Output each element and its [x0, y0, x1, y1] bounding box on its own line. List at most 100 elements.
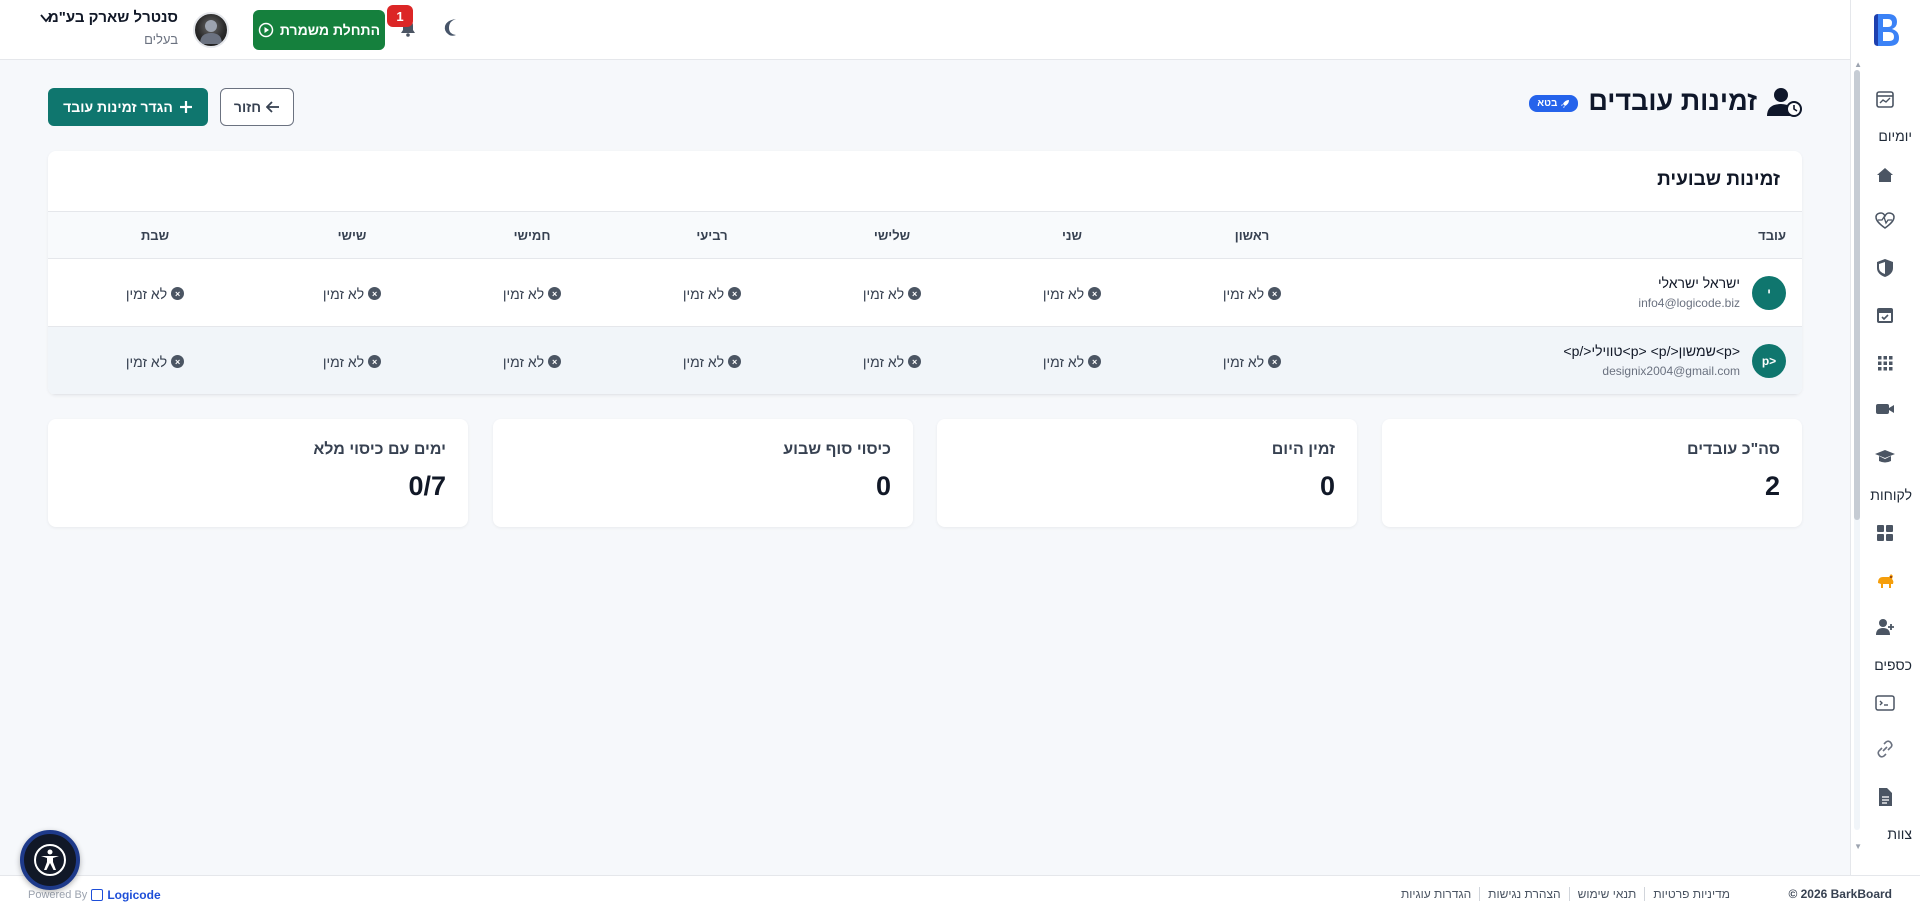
employee-cell: <p <p>שמשון</p> <p>טווילי</p> designix20… — [1342, 326, 1802, 395]
x-circle-icon: × — [1088, 355, 1102, 368]
availability-cell-monday: × לא זמין — [982, 258, 1162, 327]
x-circle-icon: × — [1088, 287, 1102, 300]
availability-status: לא זמין — [682, 353, 725, 370]
user-clock-icon — [1767, 87, 1802, 117]
employee-name: <p>שמשון</p> <p>טווילי</p> — [1563, 343, 1740, 359]
column-header-wednesday: רביעי — [622, 211, 802, 259]
weekly-availability-table: עובד ראשון שני שלישי רביעי חמישי שישי שב… — [48, 211, 1802, 395]
top-header: סנטרל שארק בע"מ בעלים התחלת משמרת 1 — [0, 0, 1850, 60]
sidebar-item-shield[interactable] — [1850, 257, 1920, 279]
employee-email: designix2004@gmail.com — [1602, 364, 1740, 378]
weekly-availability-title: זמינות שבועית — [1657, 169, 1780, 190]
footer-link-privacy[interactable]: מדיניות פרטיות — [1644, 887, 1738, 901]
document-icon — [1879, 788, 1892, 806]
copyright: © 2026 BarkBoard — [1788, 887, 1892, 901]
availability-cell-sunday: × לא זמין — [1162, 326, 1342, 395]
sidebar-item-home[interactable] — [1850, 164, 1920, 186]
x-circle-icon: × — [548, 287, 562, 300]
video-camera-icon — [1876, 404, 1894, 414]
x-circle-icon: × — [1268, 287, 1282, 300]
define-availability-label: הגדר זמינות עובד — [63, 99, 173, 115]
arrow-left-icon — [266, 101, 280, 113]
availability-status: לא זמין — [1042, 285, 1085, 302]
terminal-window-icon — [1875, 695, 1895, 711]
column-header-sunday: ראשון — [1162, 211, 1342, 259]
availability-status: לא זמין — [1042, 353, 1085, 370]
availability-status: לא זמין — [862, 285, 905, 302]
start-shift-button[interactable]: התחלת משמרת — [253, 10, 385, 50]
sidebar-section-customers: לקוחות — [1870, 487, 1912, 503]
app-logo-icon[interactable] — [1870, 10, 1902, 48]
x-circle-icon: × — [908, 355, 922, 368]
footer-links: מדיניות פרטיות תנאי שימוש הצהרת נגישות ה… — [1393, 887, 1738, 901]
powered-by-label: Powered By — [28, 889, 88, 901]
footer-link-cookies[interactable]: הגדרות עוגיות — [1393, 887, 1479, 901]
logicode-logo-icon — [91, 889, 104, 901]
scroll-down-arrow-icon[interactable]: ▼ — [1854, 842, 1862, 851]
table-row[interactable]: י ישראל ישראלי info4@logicode.biz × לא זמ… — [48, 258, 1802, 327]
table-row[interactable]: <p <p>שמשון</p> <p>טווילי</p> designix20… — [48, 326, 1802, 395]
sidebar-section-daily: יומיום — [1878, 128, 1912, 144]
availability-cell-thursday: × לא זמין — [442, 326, 622, 395]
sidebar-scrollbar[interactable] — [1854, 70, 1860, 830]
company-role: בעלים — [144, 32, 178, 47]
play-circle-icon — [258, 22, 274, 38]
availability-cell-tuesday: × לא זמין — [802, 258, 982, 327]
availability-cell-saturday: × לא זמין — [48, 326, 262, 395]
sidebar-item-calendar-check[interactable] — [1850, 304, 1920, 326]
weekly-availability-card: זמינות שבועית עובד ראשון שני שלישי רביעי… — [48, 151, 1802, 395]
chevron-down-icon[interactable] — [38, 10, 54, 26]
scroll-up-arrow-icon[interactable]: ▲ — [1854, 60, 1862, 69]
x-circle-icon: × — [368, 287, 382, 300]
back-button[interactable]: חזור — [220, 88, 294, 126]
column-header-tuesday: שלישי — [802, 211, 982, 259]
user-plus-icon — [1876, 619, 1894, 635]
availability-status: לא זמין — [322, 353, 365, 370]
scrollbar-thumb[interactable] — [1854, 70, 1860, 520]
sidebar-item-apps[interactable] — [1850, 352, 1920, 374]
stat-value: 2 — [1764, 471, 1780, 501]
notification-badge: 1 — [387, 5, 413, 27]
sidebar-item-add-customer[interactable] — [1850, 616, 1920, 638]
sidebar-item-pets[interactable] — [1850, 569, 1920, 591]
stat-card-available-today: זמין היום 0 — [937, 419, 1357, 527]
column-header-saturday: שבת — [48, 211, 262, 259]
moon-icon[interactable] — [443, 17, 463, 37]
employee-avatar: <p — [1752, 343, 1786, 378]
x-circle-icon: × — [171, 355, 185, 368]
stat-value: 0/7 — [408, 471, 446, 501]
availability-status: לא זמין — [862, 353, 905, 370]
sidebar-section-team: צוות — [1887, 826, 1912, 842]
user-avatar[interactable] — [193, 12, 229, 48]
sidebar-item-documents[interactable] — [1850, 786, 1920, 808]
availability-cell-wednesday: × לא זמין — [622, 326, 802, 395]
powered-by[interactable]: Powered By Logicode — [28, 888, 161, 902]
stat-label: כיסוי סוף שבוע — [783, 441, 891, 458]
shield-heart-icon — [1877, 259, 1893, 277]
x-circle-icon: × — [368, 355, 382, 368]
powered-by-brand: Logicode — [107, 888, 161, 902]
sidebar-item-video[interactable] — [1850, 398, 1920, 420]
employee-email: info4@logicode.biz — [1638, 296, 1740, 310]
define-availability-button[interactable]: הגדר זמינות עובד — [48, 88, 208, 126]
availability-status: לא זמין — [1222, 353, 1265, 370]
sidebar-item-terminal[interactable] — [1850, 692, 1920, 714]
company-switcher[interactable]: סנטרל שארק בע"מ בעלים — [38, 9, 178, 47]
accessibility-button[interactable] — [20, 830, 80, 890]
sidebar-item-calendar-dashboard[interactable] — [1850, 88, 1920, 110]
stat-label: זמין היום — [1271, 441, 1335, 458]
heart-pulse-icon — [1875, 212, 1895, 229]
footer-link-accessibility[interactable]: הצהרת נגישות — [1479, 887, 1568, 901]
availability-cell-saturday: × לא זמין — [48, 258, 262, 327]
sidebar-item-dashboard[interactable] — [1850, 522, 1920, 544]
sidebar-item-links[interactable] — [1850, 738, 1920, 760]
sidebar-item-health[interactable] — [1850, 210, 1920, 232]
availability-cell-monday: × לא זמין — [982, 326, 1162, 395]
availability-status: לא זמין — [125, 285, 168, 302]
footer-link-terms[interactable]: תנאי שימוש — [1568, 887, 1645, 901]
availability-status: לא זמין — [125, 353, 168, 370]
sidebar-item-training[interactable] — [1850, 446, 1920, 468]
stat-card-weekend-coverage: כיסוי סוף שבוע 0 — [493, 419, 913, 527]
availability-status: לא זמין — [502, 285, 545, 302]
graduation-cap-icon — [1875, 450, 1895, 463]
